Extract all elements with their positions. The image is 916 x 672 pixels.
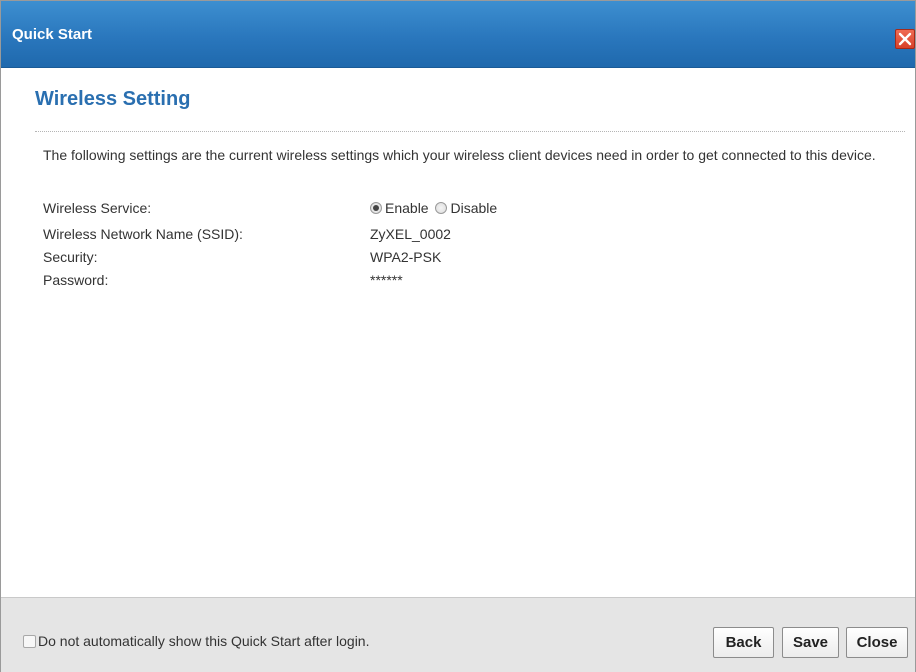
enable-radio[interactable] [370,202,382,214]
password-row: Password: ****** [43,271,403,289]
enable-radio-label[interactable]: Enable [385,200,429,216]
security-label: Security: [43,249,98,265]
dialog-title: Quick Start [12,26,93,43]
close-button[interactable]: Close [846,627,908,658]
close-icon[interactable] [895,29,915,49]
wireless-service-options: Enable Disable [370,199,500,217]
dialog-footer: Do not automatically show this Quick Sta… [1,597,915,672]
divider [35,131,905,132]
dialog-titlebar: Quick Start [1,1,915,68]
password-label: Password: [43,272,109,288]
disable-radio[interactable] [435,202,448,214]
wireless-service-label: Wireless Service: [43,200,152,216]
auto-show-checkbox-label[interactable]: Do not automatically show this Quick Sta… [38,633,369,649]
ssid-label: Wireless Network Name (SSID): [43,226,243,242]
wireless-service-row: Wireless Service: Enable Disable [43,199,497,217]
ssid-value: ZyXEL_0002 [370,226,451,242]
page-title: Wireless Setting [35,88,191,110]
security-row: Security: WPA2-PSK [43,248,441,266]
security-value: WPA2-PSK [370,249,442,265]
dialog-content: Wireless Setting The following settings … [1,68,915,596]
ssid-row: Wireless Network Name (SSID): ZyXEL_0002 [43,225,451,243]
auto-show-checkbox[interactable] [23,635,36,648]
disable-radio-label[interactable]: Disable [450,200,497,216]
intro-text: The following settings are the current w… [43,147,876,163]
save-button[interactable]: Save [782,627,839,658]
password-value: ****** [370,272,403,288]
quick-start-dialog: Quick Start Wireless Setting The followi… [0,0,916,672]
back-button[interactable]: Back [713,627,774,658]
